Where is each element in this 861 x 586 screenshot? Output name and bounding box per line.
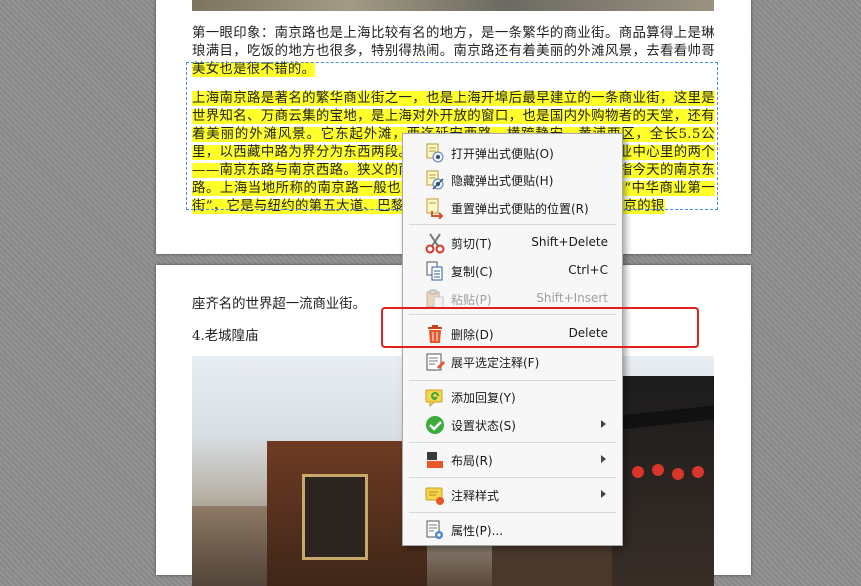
menu-separator <box>409 380 616 381</box>
menu-separator <box>409 442 616 443</box>
photo-lantern <box>692 466 704 478</box>
menu-item-label: 注释样式 <box>451 489 500 503</box>
copy-icon <box>424 260 446 282</box>
scissors-icon <box>424 232 446 254</box>
menu-item-shortcut: Ctrl+C <box>568 263 608 277</box>
menu-item-label: 剪切(T) <box>451 237 492 251</box>
menu-item-hide-popup-note[interactable]: 隐藏弹出式便贴(H) <box>405 167 620 193</box>
menu-item-flatten-annotation[interactable]: 展平选定注释(F) <box>405 349 620 375</box>
submenu-arrow-icon <box>601 455 606 463</box>
menu-item-cut[interactable]: 剪切(T) Shift+Delete <box>405 230 620 256</box>
note-reset-icon <box>424 197 446 220</box>
status-check-icon <box>424 414 446 436</box>
menu-item-label: 添加回复(Y) <box>451 391 516 405</box>
menu-item-shortcut: Shift+Delete <box>531 235 608 249</box>
photo-lantern <box>652 464 664 476</box>
menu-item-label: 设置状态(S) <box>451 419 516 433</box>
reply-icon <box>424 386 446 408</box>
menu-item-copy[interactable]: 复制(C) Ctrl+C <box>405 258 620 284</box>
menu-item-open-popup-note[interactable]: 打开弹出式便贴(O) <box>405 140 620 166</box>
style-icon <box>424 484 446 506</box>
submenu-arrow-icon <box>601 420 606 428</box>
menu-item-label: 复制(C) <box>451 265 493 279</box>
menu-item-annotation-style[interactable]: 注释样式 <box>405 482 620 508</box>
menu-separator <box>409 477 616 478</box>
menu-item-reset-popup-note[interactable]: 重置弹出式便贴的位置(R) <box>405 195 620 221</box>
menu-item-shortcut: Shift+Insert <box>536 291 608 305</box>
text-line: 座齐名的世界超一流商业街。 <box>192 297 367 312</box>
section-heading: 4.老城隍庙 <box>192 329 259 344</box>
menu-item-label: 粘贴(P) <box>451 293 492 307</box>
note-open-icon <box>424 142 446 164</box>
top-photo-strip <box>192 0 714 11</box>
menu-item-label: 重置弹出式便贴的位置(R) <box>451 202 589 216</box>
menu-item-properties[interactable]: 属性(P)... <box>405 517 620 543</box>
submenu-arrow-icon <box>601 490 606 498</box>
menu-separator <box>409 224 616 225</box>
photo-gate-sign <box>302 474 368 560</box>
menu-separator <box>409 512 616 513</box>
emphasis-highlight-box <box>381 307 699 348</box>
menu-item-label: 隐藏弹出式便贴(H) <box>451 174 554 188</box>
menu-item-label: 属性(P)... <box>451 524 504 538</box>
photo-lantern <box>632 466 644 478</box>
photo-building-left <box>192 506 272 586</box>
photo-lantern <box>672 468 684 480</box>
menu-item-label: 打开弹出式便贴(O) <box>451 147 554 161</box>
note-hide-icon <box>424 169 446 191</box>
menu-item-layout[interactable]: 布局(R) <box>405 447 620 473</box>
paragraph-intro-text: 第一眼印象：南京路也是上海比较有名的地方，是一条繁华的商业街。商品算得上是琳琅满… <box>192 26 715 59</box>
properties-icon <box>424 519 446 541</box>
menu-item-label: 布局(R) <box>451 454 493 468</box>
menu-item-set-status[interactable]: 设置状态(S) <box>405 412 620 438</box>
menu-item-add-reply[interactable]: 添加回复(Y) <box>405 384 620 410</box>
layout-icon <box>424 449 446 471</box>
menu-item-label: 展平选定注释(F) <box>451 356 540 370</box>
flatten-icon <box>424 351 446 373</box>
